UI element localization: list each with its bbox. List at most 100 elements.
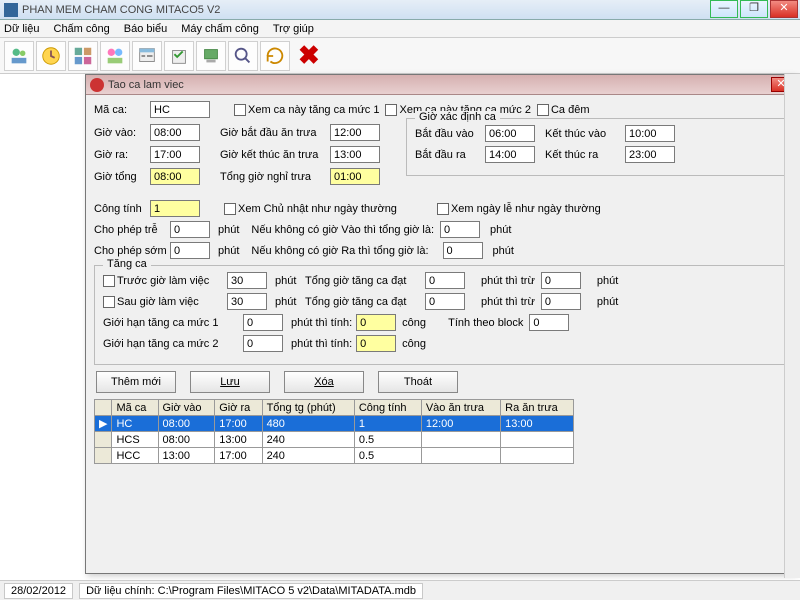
table-cell[interactable]: 1 — [354, 416, 421, 432]
minimize-button[interactable]: — — [710, 0, 738, 18]
table-row[interactable]: HCS08:0013:002400.5 — [95, 432, 574, 448]
checkbox-truoc[interactable] — [103, 275, 115, 287]
input-gh1[interactable] — [243, 314, 283, 331]
col-cong-tinh[interactable]: Công tính — [354, 400, 421, 416]
input-tong-dat2[interactable] — [425, 293, 465, 310]
input-khong-ra[interactable] — [443, 242, 483, 259]
input-ma-ca[interactable] — [150, 101, 210, 118]
label-kt-ra: Kết thúc ra — [545, 149, 625, 161]
table-cell[interactable] — [421, 432, 500, 448]
input-tong-dat1[interactable] — [425, 272, 465, 289]
input-tru1[interactable] — [541, 272, 581, 289]
checkbox-ngay-le[interactable] — [437, 203, 449, 215]
toolbar-btn-9[interactable] — [260, 41, 290, 71]
menu-bao-bieu[interactable]: Báo biểu — [124, 23, 167, 35]
input-cong-tinh[interactable] — [150, 200, 200, 217]
input-khong-vao[interactable] — [440, 221, 480, 238]
table-cell[interactable]: HCS — [112, 432, 158, 448]
toolbar: ✖ — [0, 38, 800, 74]
button-thoat[interactable]: Thoát — [378, 371, 458, 393]
col-gio-ra[interactable]: Giờ ra — [215, 400, 262, 416]
input-kt-vao[interactable] — [625, 125, 675, 142]
toolbar-btn-8[interactable] — [228, 41, 258, 71]
menu-cham-cong[interactable]: Chấm công — [54, 23, 110, 35]
checkbox-sau[interactable] — [103, 296, 115, 308]
table-cell[interactable]: HCC — [112, 448, 158, 464]
label-phut3: phút — [218, 245, 239, 257]
table-cell[interactable]: 480 — [262, 416, 354, 432]
table-cell[interactable]: 13:00 — [158, 448, 215, 464]
button-them-moi[interactable]: Thêm mới — [96, 371, 176, 393]
toolbar-btn-2[interactable] — [36, 41, 66, 71]
table-cell[interactable]: HC — [112, 416, 158, 432]
legend-tang-ca: Tăng ca — [103, 258, 151, 270]
col-gio-vao[interactable]: Giờ vào — [158, 400, 215, 416]
input-cho-phep-som[interactable] — [170, 242, 210, 259]
table-cell[interactable] — [421, 448, 500, 464]
table-cell[interactable] — [501, 448, 574, 464]
table-cell[interactable]: 0.5 — [354, 432, 421, 448]
input-bd-vao[interactable] — [485, 125, 535, 142]
table-cell[interactable]: 17:00 — [215, 448, 262, 464]
button-xoa[interactable]: Xóa — [284, 371, 364, 393]
label-tang-ca-1: Xem ca này tăng ca mức 1 — [248, 104, 379, 116]
toolbar-btn-7[interactable] — [196, 41, 226, 71]
input-cho-phep-tre[interactable] — [170, 221, 210, 238]
table-cell[interactable]: 17:00 — [215, 416, 262, 432]
toolbar-btn-4[interactable] — [100, 41, 130, 71]
checkbox-tang-ca-2[interactable] — [385, 104, 397, 116]
table-cell[interactable]: 240 — [262, 448, 354, 464]
label-cong-tinh: Công tính — [94, 203, 150, 215]
col-ra-an[interactable]: Ra ăn trưa — [501, 400, 574, 416]
table-cell[interactable]: 240 — [262, 432, 354, 448]
checkbox-tang-ca-1[interactable] — [234, 104, 246, 116]
label-cong2: công — [402, 338, 426, 350]
input-gio-tong[interactable] — [150, 168, 200, 185]
table-cell[interactable]: 0.5 — [354, 448, 421, 464]
shift-table[interactable]: Mã ca Giờ vào Giờ ra Tổng tg (phút) Công… — [94, 399, 574, 464]
col-ma-ca[interactable]: Mã ca — [112, 400, 158, 416]
input-truoc[interactable] — [227, 272, 267, 289]
table-cell[interactable]: 12:00 — [421, 416, 500, 432]
toolbar-btn-3[interactable] — [68, 41, 98, 71]
input-tinh1[interactable] — [356, 314, 396, 331]
menu-tro-giup[interactable]: Trợ giúp — [273, 23, 314, 35]
input-gh2[interactable] — [243, 335, 283, 352]
toolbar-btn-1[interactable] — [4, 41, 34, 71]
toolbar-btn-6[interactable] — [164, 41, 194, 71]
input-bd-ra[interactable] — [485, 146, 535, 163]
input-bd-an[interactable] — [330, 124, 380, 141]
input-gio-ra[interactable] — [150, 146, 200, 163]
checkbox-chu-nhat[interactable] — [224, 203, 236, 215]
label-phut-tru2: phút thì trừ — [481, 296, 535, 308]
table-cell[interactable]: 13:00 — [501, 416, 574, 432]
table-row[interactable]: ▶HC08:0017:00480112:0013:00 — [95, 416, 574, 432]
shift-dialog: Tao ca lam viec ✕ Mã ca: Xem ca này tăng… — [85, 74, 795, 574]
maximize-button[interactable]: ❐ — [740, 0, 768, 18]
toolbar-close-icon[interactable]: ✖ — [298, 40, 320, 71]
input-sau[interactable] — [227, 293, 267, 310]
table-cell[interactable]: 08:00 — [158, 416, 215, 432]
toolbar-btn-5[interactable] — [132, 41, 162, 71]
input-gio-vao[interactable] — [150, 124, 200, 141]
input-kt-an[interactable] — [330, 146, 380, 163]
table-cell[interactable]: 13:00 — [215, 432, 262, 448]
table-cell[interactable] — [501, 432, 574, 448]
input-block[interactable] — [529, 314, 569, 331]
input-tong-nghi[interactable] — [330, 168, 380, 185]
input-tru2[interactable] — [541, 293, 581, 310]
window-title: PHAN MEM CHAM CONG MITACO5 V2 — [22, 4, 220, 16]
col-vao-an[interactable]: Vào ăn trưa — [421, 400, 500, 416]
input-tinh2[interactable] — [356, 335, 396, 352]
table-cell[interactable]: 08:00 — [158, 432, 215, 448]
menu-may-cham-cong[interactable]: Máy chấm công — [181, 23, 259, 35]
label-gio-tong: Giờ tổng — [94, 171, 150, 183]
close-button[interactable]: ✕ — [770, 0, 798, 18]
button-luu[interactable]: Lưu — [190, 371, 270, 393]
table-row[interactable]: HCC13:0017:002400.5 — [95, 448, 574, 464]
col-tong-tg[interactable]: Tổng tg (phút) — [262, 400, 354, 416]
menu-du-lieu[interactable]: Dữ liệu — [4, 23, 40, 35]
input-kt-ra[interactable] — [625, 146, 675, 163]
scrollbar[interactable] — [784, 74, 800, 578]
checkbox-ca-dem[interactable] — [537, 104, 549, 116]
